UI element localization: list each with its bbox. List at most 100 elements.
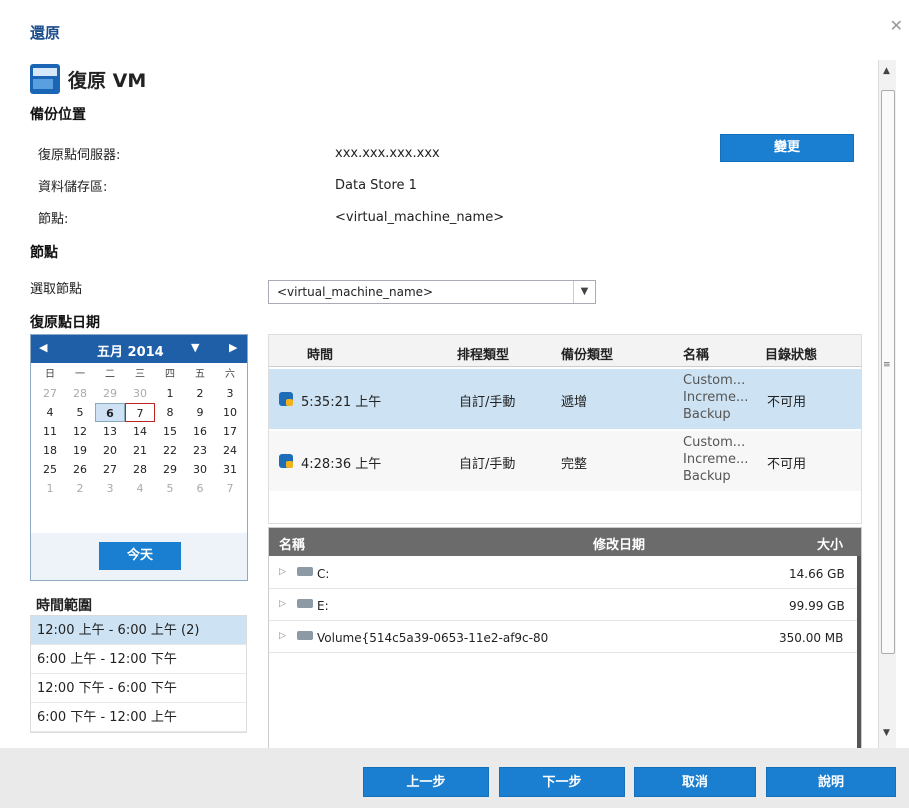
calendar-day[interactable]: 29 [95, 384, 125, 403]
expand-icon[interactable]: ▷ [279, 599, 286, 609]
calendar-day[interactable]: 29 [155, 460, 185, 479]
calendar-day[interactable]: 16 [185, 422, 215, 441]
rp-backup-type: 完整 [561, 457, 588, 472]
scroll-thumb[interactable] [881, 90, 895, 654]
calendar-day[interactable]: 17 [215, 422, 245, 441]
col-time[interactable]: 時間 [307, 344, 333, 363]
file-name: E: [317, 599, 329, 613]
next-month-icon[interactable]: ▶ [229, 341, 237, 354]
calendar-day[interactable]: 9 [185, 403, 215, 422]
calendar-day[interactable]: 4 [125, 479, 155, 498]
calendar-day[interactable]: 19 [65, 441, 95, 460]
calendar-day[interactable]: 8 [155, 403, 185, 422]
calendar-day[interactable]: 24 [215, 441, 245, 460]
expand-icon[interactable]: ▷ [279, 631, 286, 641]
col-size[interactable]: 大小 [817, 534, 843, 553]
calendar-day[interactable]: 1 [35, 479, 65, 498]
calendar-day[interactable]: 7 [125, 403, 155, 422]
page-title: 復原 VM [68, 70, 147, 92]
calendar-day[interactable]: 12 [65, 422, 95, 441]
col-catalog[interactable]: 目錄狀態 [765, 344, 817, 363]
file-row[interactable]: ▷ C: 14.66 GB [269, 558, 861, 589]
calendar-day[interactable]: 4 [35, 403, 65, 422]
expand-icon[interactable]: ▷ [279, 567, 286, 577]
col-backup-type[interactable]: 備份類型 [561, 344, 613, 363]
weekday-label: 六 [225, 369, 235, 380]
col-name[interactable]: 名稱 [683, 344, 709, 363]
time-range-list: 12:00 上午 - 6:00 上午 (2) 6:00 上午 - 12:00 下… [30, 615, 247, 733]
file-row[interactable]: ▷ Volume{514c5a39-0653-11e2-af9c-80 350.… [269, 622, 861, 653]
col-schedule[interactable]: 排程類型 [457, 344, 509, 363]
time-range-item[interactable]: 6:00 下午 - 12:00 上午 [31, 703, 246, 732]
calendar-day[interactable]: 30 [185, 460, 215, 479]
recovery-date-title: 復原點日期 [30, 315, 100, 331]
calendar-day[interactable]: 13 [95, 422, 125, 441]
calendar-day[interactable]: 22 [155, 441, 185, 460]
chevron-down-icon[interactable]: ▼ [573, 281, 595, 303]
next-button[interactable]: 下一步 [499, 767, 625, 797]
calendar-day[interactable]: 28 [125, 460, 155, 479]
calendar-day[interactable]: 30 [125, 384, 155, 403]
file-name: Volume{514c5a39-0653-11e2-af9c-80 [317, 631, 549, 645]
scroll-down-icon[interactable]: ▼ [883, 728, 890, 738]
node-select-value: <virtual_machine_name> [277, 285, 434, 299]
calendar-grid: 日一二三四五六 27 28 29 30 1 2 3 4 5 6 7 8 9 10 11 12 13 14 15 16 17… [35, 365, 245, 498]
col-file-name[interactable]: 名稱 [279, 534, 305, 553]
calendar-day[interactable]: 2 [185, 384, 215, 403]
file-table-header: 名稱 修改日期 大小 [269, 528, 861, 556]
previous-button[interactable]: 上一步 [363, 767, 489, 797]
calendar-day[interactable]: 31 [215, 460, 245, 479]
calendar-day[interactable]: 15 [155, 422, 185, 441]
node-value: <virtual_machine_name> [335, 210, 505, 225]
cancel-button[interactable]: 取消 [634, 767, 756, 797]
rp-name-line1: Custom... [683, 435, 746, 450]
file-size: 14.66 GB [789, 567, 845, 581]
time-range-item[interactable]: 12:00 下午 - 6:00 下午 [31, 674, 246, 703]
file-table-scrollbar[interactable] [857, 556, 861, 751]
calendar-day[interactable]: 20 [95, 441, 125, 460]
calendar-week: 27 28 29 30 1 2 3 [35, 384, 245, 403]
calendar-day[interactable]: 1 [155, 384, 185, 403]
calendar-week: 25 26 27 28 29 30 31 [35, 460, 245, 479]
scroll-up-icon[interactable]: ▲ [883, 66, 890, 76]
calendar-day[interactable]: 28 [65, 384, 95, 403]
prev-month-icon[interactable]: ◀ [39, 341, 47, 354]
today-button[interactable]: 今天 [99, 542, 181, 570]
window-title: 還原 [30, 24, 61, 42]
calendar-month[interactable]: 五月 2014 [97, 341, 164, 360]
file-row[interactable]: ▷ E: 99.99 GB [269, 590, 861, 621]
node-select[interactable]: <virtual_machine_name> ▼ [268, 280, 596, 304]
calendar-day[interactable]: 6 [95, 403, 125, 422]
table-row[interactable]: 4:28:36 上午 自訂/手動 完整 Custom... Increme...… [269, 431, 861, 491]
calendar-day[interactable]: 27 [35, 384, 65, 403]
vertical-scrollbar[interactable]: ▲ ≡ ▼ [878, 60, 896, 748]
select-node-label: 選取節點 [30, 282, 83, 297]
calendar-day[interactable]: 23 [185, 441, 215, 460]
close-icon[interactable]: ✕ [890, 16, 903, 35]
calendar-day[interactable]: 7 [215, 479, 245, 498]
weekday-label: 日 [45, 369, 55, 380]
calendar-day[interactable]: 26 [65, 460, 95, 479]
col-modified-date[interactable]: 修改日期 [593, 534, 645, 553]
month-dropdown-icon[interactable]: ▼ [191, 341, 199, 354]
calendar-day[interactable]: 11 [35, 422, 65, 441]
calendar-day[interactable]: 3 [215, 384, 245, 403]
time-range-item[interactable]: 12:00 上午 - 6:00 上午 (2) [31, 616, 246, 645]
table-row[interactable]: 5:35:21 上午 自訂/手動 遞增 Custom... Increme...… [269, 369, 861, 429]
calendar-day[interactable]: 5 [155, 479, 185, 498]
time-range-item[interactable]: 6:00 上午 - 12:00 下午 [31, 645, 246, 674]
calendar-day[interactable]: 2 [65, 479, 95, 498]
help-button[interactable]: 說明 [766, 767, 896, 797]
calendar-day[interactable]: 21 [125, 441, 155, 460]
calendar-day[interactable]: 27 [95, 460, 125, 479]
calendar-day[interactable]: 5 [65, 403, 95, 422]
calendar-day[interactable]: 14 [125, 422, 155, 441]
rp-name-line2: Increme... [683, 390, 749, 405]
change-button[interactable]: 變更 [720, 134, 854, 162]
calendar-day[interactable]: 25 [35, 460, 65, 479]
calendar-day[interactable]: 18 [35, 441, 65, 460]
calendar-day[interactable]: 3 [95, 479, 125, 498]
restore-window: 還原 ✕ 復原 VM 備份位置 復原點伺服器: xxx.xxx.xxx.xxx … [0, 0, 909, 808]
calendar-day[interactable]: 10 [215, 403, 245, 422]
calendar-day[interactable]: 6 [185, 479, 215, 498]
